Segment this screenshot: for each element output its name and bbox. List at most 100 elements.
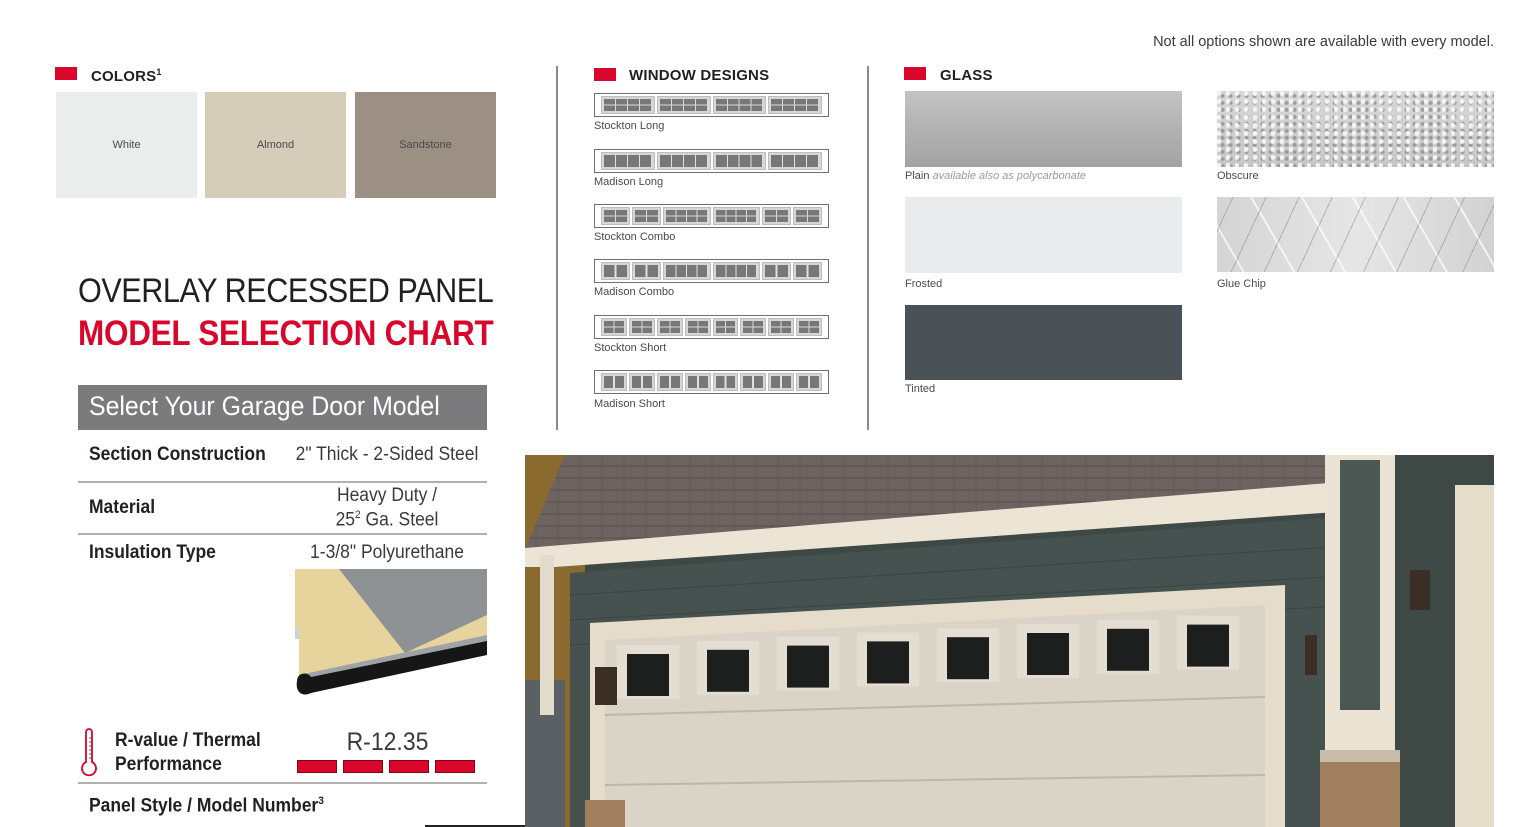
door-window-glass <box>707 649 749 692</box>
window-design-stockton-long[interactable] <box>594 93 829 117</box>
window-design-label: Stockton Short <box>594 342 667 354</box>
color-swatch-label: White <box>112 139 141 151</box>
door-window-glass <box>867 641 909 684</box>
window-pane <box>712 152 767 170</box>
window-pane <box>656 152 711 170</box>
thermometer-icon <box>80 728 98 783</box>
glass-option-tinted[interactable] <box>905 305 1182 380</box>
window-pane <box>762 207 792 225</box>
spec-value-material-line1: Heavy Duty / <box>336 485 438 506</box>
glass-option-frosted[interactable] <box>905 197 1182 273</box>
glass-option-glue-chip[interactable] <box>1217 197 1494 272</box>
insulation-cross-section-image <box>295 569 487 699</box>
window-design-label: Stockton Long <box>594 120 665 132</box>
window-pane <box>712 96 767 114</box>
window-pane <box>712 207 761 225</box>
rvalue-label-line1: R-value / Thermal <box>115 730 261 751</box>
window-pane <box>601 262 630 280</box>
rvalue-rating-bar <box>297 760 337 773</box>
window-pane <box>796 373 822 391</box>
gauge-number: 25 <box>335 509 356 531</box>
chart-title-line2: MODEL SELECTION CHART <box>78 314 494 353</box>
glass-note: available also as polycarbonate <box>932 170 1087 182</box>
window-design-madison-short[interactable] <box>594 370 829 394</box>
window-pane <box>796 318 822 336</box>
glass-section-title: GLASS <box>940 67 993 84</box>
window-pane <box>662 207 711 225</box>
window-designs-marker <box>594 68 616 81</box>
availability-disclaimer: Not all options shown are available with… <box>1153 34 1494 50</box>
glass-label-text: Plain <box>905 170 930 182</box>
color-swatch-label: Sandstone <box>399 139 452 151</box>
panel-style-label-text: Panel Style / Model Number <box>89 795 319 817</box>
row-divider <box>78 533 487 535</box>
glass-label-plain: Plain available also as polycarbonate <box>905 170 1086 182</box>
window-pane <box>768 373 795 391</box>
window-designs-title: WINDOW DESIGNS <box>629 67 770 84</box>
spec-value-material-line2: 252 Ga. Steel <box>289 509 486 531</box>
row-divider <box>78 782 487 784</box>
window-pane <box>740 318 767 336</box>
window-pane <box>768 96 822 114</box>
glass-label-frosted: Frosted <box>905 278 943 290</box>
panel-style-label: Panel Style / Model Number3 <box>89 795 324 817</box>
window-design-stockton-combo[interactable] <box>594 204 829 228</box>
window-pane <box>628 318 655 336</box>
window-pane <box>793 262 823 280</box>
window-pane <box>656 318 683 336</box>
window-design-label: Madison Combo <box>594 286 675 298</box>
gauge-unit: Ga. Steel <box>360 509 439 531</box>
door-window-glass <box>1107 628 1149 671</box>
door-window-glass <box>1027 633 1069 675</box>
color-swatch-sandstone[interactable]: Sandstone <box>355 92 496 198</box>
color-swatch-white[interactable]: White <box>56 92 197 198</box>
window-pane <box>662 262 711 280</box>
glass-section-marker <box>904 67 926 80</box>
window-design-madison-long[interactable] <box>594 149 829 173</box>
window-design-madison-combo[interactable] <box>594 259 829 283</box>
window-pane <box>601 373 627 391</box>
window-design-label: Madison Long <box>594 176 664 188</box>
window-pane <box>793 207 823 225</box>
row-divider <box>78 481 487 483</box>
window-pane <box>656 373 683 391</box>
spec-value-section-construction: 2" Thick - 2-Sided Steel <box>295 444 479 465</box>
window-pane <box>628 373 655 391</box>
window-pane <box>740 373 767 391</box>
window-pane <box>684 318 711 336</box>
garage-door-photo <box>525 455 1494 827</box>
select-model-header: Select Your Garage Door Model <box>78 385 487 430</box>
colors-footnote: 1 <box>156 67 162 77</box>
window-pane <box>768 318 795 336</box>
glass-option-obscure[interactable] <box>1217 91 1494 167</box>
colors-section-title: COLORS1 <box>91 67 162 85</box>
section-divider <box>556 66 558 430</box>
chart-title-line1: OVERLAY RECESSED PANEL <box>78 272 494 310</box>
door-window-glass <box>627 654 669 696</box>
panel-style-footnote: 3 <box>318 795 324 807</box>
door-window-glass <box>1187 624 1229 667</box>
window-pane <box>601 152 655 170</box>
window-pane <box>601 207 630 225</box>
color-swatch-label: Almond <box>256 139 295 151</box>
window-pane <box>712 373 739 391</box>
glass-label-tinted: Tinted <box>905 383 936 395</box>
window-pane <box>712 262 761 280</box>
color-swatch-almond[interactable]: Almond <box>205 92 346 198</box>
window-pane <box>684 373 711 391</box>
window-design-label: Madison Short <box>594 398 665 410</box>
window-pane <box>631 207 661 225</box>
window-pane <box>631 262 661 280</box>
rvalue-rating-bar <box>389 760 429 773</box>
rvalue-rating-bar <box>435 760 475 773</box>
colors-section-marker <box>55 67 77 80</box>
spec-label-insulation-type: Insulation Type <box>89 542 216 563</box>
window-design-stockton-short[interactable] <box>594 315 829 339</box>
glass-option-plain[interactable] <box>905 91 1182 167</box>
select-model-header-text: Select Your Garage Door Model <box>89 391 440 421</box>
window-design-label: Stockton Combo <box>594 231 676 243</box>
window-pane <box>656 96 711 114</box>
window-pane <box>601 96 655 114</box>
glass-label-glue-chip: Glue Chip <box>1217 278 1266 290</box>
door-window-glass <box>787 645 829 688</box>
